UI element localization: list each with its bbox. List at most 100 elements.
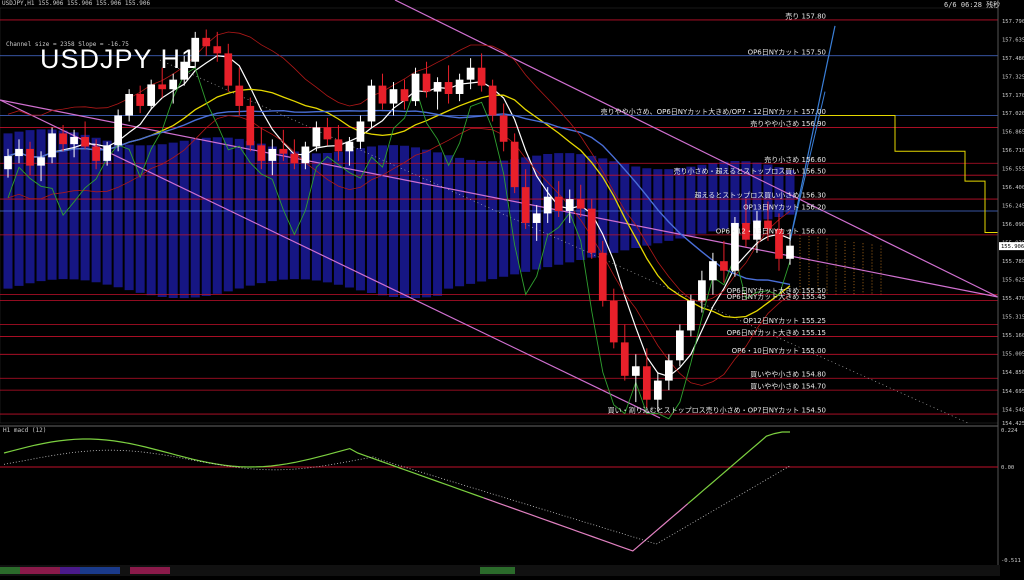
candle-body (334, 139, 343, 152)
candle-body (687, 300, 695, 331)
level-label: 買い・割り込むとストップロス売り小さめ・OP7日NYカット 154.50 (608, 406, 826, 415)
candle-body (202, 37, 211, 47)
price-tick-label: 154.695 (1002, 389, 1024, 395)
candle-body (114, 115, 122, 146)
candle-body (323, 127, 332, 140)
macd-panel: 0.224 0.00 -0.511 (0, 428, 1021, 564)
candle-body (620, 342, 629, 376)
macd-title: H1 macd (12) (3, 427, 47, 434)
price-tick-label: 155.160 (1002, 333, 1024, 339)
level-label: 売りやや小さめ、OP6日NYカット大きめ/OP7・12日NYカット 157.00 (601, 107, 826, 116)
candle-body (499, 115, 508, 142)
period-segment (130, 567, 170, 574)
candle-body (246, 105, 255, 146)
macd-signal-line (3, 449, 791, 545)
candle-body (48, 133, 56, 158)
candle-body (653, 380, 662, 400)
price-tick-label: 156.555 (1002, 167, 1024, 173)
period-segment (20, 567, 60, 574)
candle-body (136, 93, 145, 106)
price-tick-label: 157.325 (1002, 75, 1024, 81)
level-label: OP13日NYカット 156.20 (743, 204, 826, 212)
candle-body (26, 148, 34, 166)
price-tick-label: 157.170 (1002, 93, 1024, 99)
chart-title: USDJPY H1 (40, 44, 198, 74)
candle-body (532, 213, 541, 223)
candle-body (400, 89, 409, 102)
level-label: OP12日NYカット 155.25 (743, 317, 826, 325)
candle-body (433, 82, 442, 92)
candle-body (367, 85, 376, 122)
candle-body (786, 245, 794, 259)
candle-body (698, 280, 706, 301)
chart-root: 売り 157.80 OP6日NYカット 157.50 売りやや小さめ、OP6日NYカ… (0, 0, 1024, 576)
candle-body (378, 85, 387, 104)
price-chart: 売り 157.80 OP6日NYカット 157.50 売りやや小さめ、OP6日NYカ… (0, 0, 1024, 565)
macd-line-low (483, 497, 689, 552)
level-label: 売り小さめ 156.60 (764, 155, 826, 164)
candle-body (466, 67, 475, 80)
current-price-label: 155.906 (1001, 244, 1024, 250)
level-label: 超えるとストップロス買い小さめ 156.30 (694, 191, 826, 200)
price-tick-label: 156.245 (1002, 204, 1024, 210)
candle-body (92, 146, 100, 161)
level-label: 買いやや小さめ 154.70 (750, 382, 826, 391)
symbol-info: USDJPY,H1 155.906 155.906 155.906 155.90… (2, 0, 151, 7)
candle-body (213, 46, 222, 54)
candle-body (642, 366, 651, 400)
price-tick-label: 157.790 (1002, 19, 1024, 25)
candle-body (477, 67, 486, 86)
candle-body (290, 153, 299, 164)
price-tick-label: 155.005 (1002, 352, 1024, 358)
level-label: OP6日NYカット大きめ 155.45 (727, 292, 826, 301)
candle-body (587, 208, 596, 253)
candle-body (158, 84, 167, 90)
candle-body (720, 261, 728, 271)
candle-body (664, 360, 673, 381)
candle-body (268, 148, 277, 161)
period-separator-strip (0, 565, 1000, 576)
macd-scale-bottom: -0.511 (1001, 558, 1021, 564)
price-tick-label: 157.020 (1002, 111, 1024, 117)
price-tick-label: 155.315 (1002, 315, 1024, 321)
candle-body (81, 136, 89, 147)
candle-body (488, 85, 497, 116)
candle-body (70, 136, 78, 145)
candle-body (37, 157, 45, 166)
candle-body (411, 73, 420, 102)
price-tick-label: 154.425 (1002, 421, 1024, 427)
candle-body (147, 84, 156, 106)
candle-body (59, 133, 67, 145)
period-segment (60, 567, 80, 574)
candle-body (345, 141, 354, 152)
candle-body (103, 145, 111, 161)
candle-body (301, 146, 310, 164)
level-label: 買いやや小さめ 154.80 (750, 370, 826, 379)
candle-body (576, 199, 585, 209)
candle-body (125, 93, 134, 116)
candle-body (356, 121, 365, 142)
price-tick-label: 156.865 (1002, 130, 1024, 136)
level-label: OP6・12・13日NYカット 156.00 (716, 227, 826, 235)
candle-body (389, 89, 398, 104)
price-tick-label: 154.850 (1002, 370, 1024, 376)
level-label: 売りやや小さめ 156.90 (750, 119, 826, 128)
candle-body (676, 330, 684, 361)
candle-body (609, 300, 618, 343)
period-segment (0, 567, 20, 574)
candle-body (631, 366, 640, 376)
channel-info: Channel size = 2358 Slope = -16.75 (6, 41, 129, 48)
candle-body (521, 187, 530, 223)
level-label: OP6日NYカット 157.50 (748, 48, 826, 56)
price-tick-label: 155.625 (1002, 278, 1024, 284)
macd-line-recovery (687, 431, 790, 505)
candle-body (444, 82, 453, 94)
candle-body (224, 53, 233, 86)
candle-body (4, 156, 12, 170)
price-tick-label: 155.470 (1002, 296, 1024, 302)
candle-body (565, 199, 574, 212)
candle-body (169, 79, 178, 90)
future-span-line (820, 114, 998, 234)
candle-body (235, 85, 244, 106)
candle-body (312, 127, 321, 147)
